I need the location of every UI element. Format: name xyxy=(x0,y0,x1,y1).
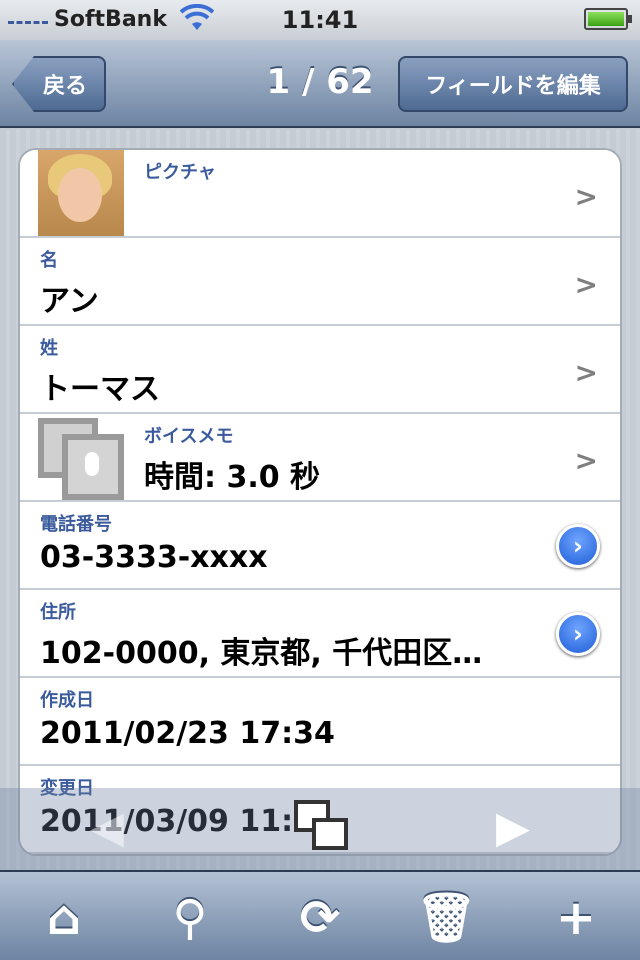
field-value: 03-3333-xxxx xyxy=(40,540,268,575)
chevron-right-icon: > xyxy=(574,444,598,477)
field-label: ボイスメモ xyxy=(144,426,234,447)
field-value: 時間: 3.0 秒 xyxy=(144,460,321,495)
record-detail: ピクチャ > 名 アン > 姓 トーマス > ボイスメモ 時間: 3.0 秒 >… xyxy=(0,130,640,870)
field-label: 作成日 xyxy=(40,690,94,711)
field-label: 電話番号 xyxy=(40,514,112,535)
avatar xyxy=(38,150,124,236)
battery-icon xyxy=(584,8,632,30)
field-label: 名 xyxy=(40,250,58,271)
voice-memo-icon xyxy=(38,418,124,500)
chevron-right-icon: > xyxy=(574,356,598,389)
page-title: 1 / 62 xyxy=(266,62,374,102)
plus-icon[interactable]: + xyxy=(546,888,606,948)
field-value: アン xyxy=(40,284,99,319)
trash-icon[interactable]: 🗑 xyxy=(416,888,477,948)
field-row-created[interactable]: 作成日 2011/02/23 17:34 xyxy=(20,678,620,766)
record-pager: ◀ ▶ xyxy=(0,788,640,870)
chevron-right-icon: > xyxy=(574,180,598,213)
detail-disclosure-button[interactable]: › xyxy=(556,612,600,656)
field-row-last-name[interactable]: 姓 トーマス > xyxy=(20,326,620,414)
chevron-right-icon: > xyxy=(574,268,598,301)
duplicate-icon[interactable] xyxy=(294,800,354,856)
field-list: ピクチャ > 名 アン > 姓 トーマス > ボイスメモ 時間: 3.0 秒 >… xyxy=(18,148,622,856)
sync-icon[interactable]: ⟳ xyxy=(290,888,350,948)
field-label: 姓 xyxy=(40,338,58,359)
home-icon[interactable]: ⌂ xyxy=(34,888,94,948)
field-label: ピクチャ xyxy=(144,162,216,183)
field-value: 102-0000, 東京都, 千代田区… xyxy=(40,636,483,671)
search-icon[interactable]: ⚲ xyxy=(160,888,220,948)
back-button[interactable]: 戻る xyxy=(12,56,106,112)
field-row-address[interactable]: 住所 102-0000, 東京都, 千代田区… › xyxy=(20,590,620,678)
detail-disclosure-button[interactable]: › xyxy=(556,524,600,568)
field-row-first-name[interactable]: 名 アン > xyxy=(20,238,620,326)
field-row-phone[interactable]: 電話番号 03-3333-xxxx › xyxy=(20,502,620,590)
field-row-picture[interactable]: ピクチャ > xyxy=(20,150,620,238)
field-value: トーマス xyxy=(40,372,160,407)
field-label: 住所 xyxy=(40,602,76,623)
arrow-left-icon[interactable]: ◀ xyxy=(90,802,124,853)
bottom-toolbar: ⌂ ⚲ ⟳ 🗑 + xyxy=(0,870,640,960)
navigation-bar: 戻る 1 / 62 フィールドを編集 xyxy=(0,40,640,128)
arrow-right-icon[interactable]: ▶ xyxy=(496,802,530,853)
field-value: 2011/02/23 17:34 xyxy=(40,716,335,751)
edit-fields-button[interactable]: フィールドを編集 xyxy=(398,56,628,112)
field-row-voice-memo[interactable]: ボイスメモ 時間: 3.0 秒 > xyxy=(20,414,620,502)
status-bar: SoftBank 11:41 xyxy=(0,0,640,40)
clock: 11:41 xyxy=(281,6,359,34)
